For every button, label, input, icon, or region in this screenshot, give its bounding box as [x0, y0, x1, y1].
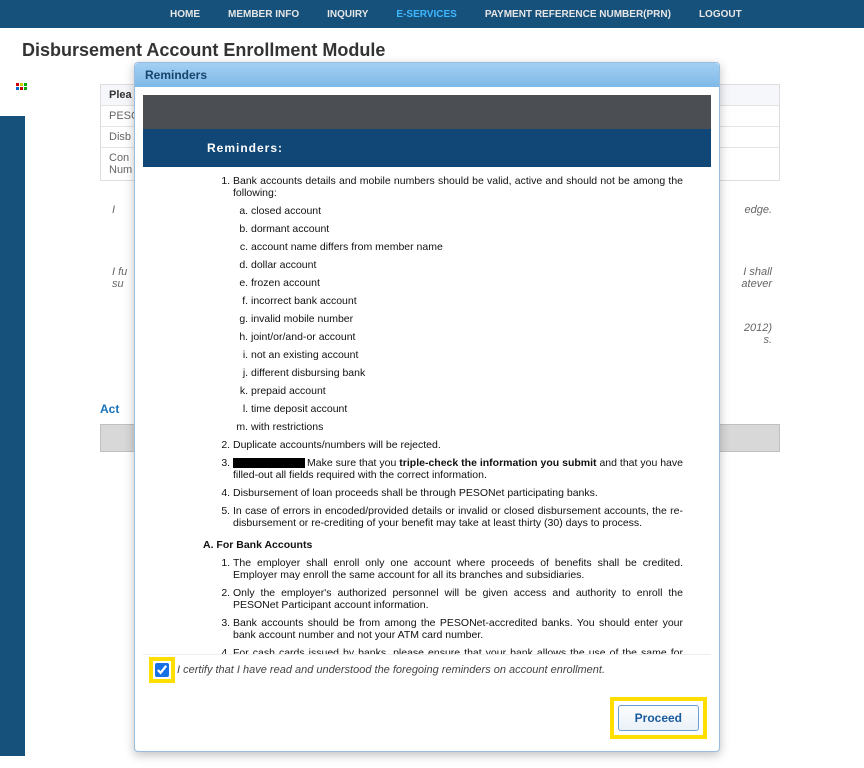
certify-row: I certify that I have read and understoo… [153, 661, 701, 679]
proceed-button[interactable]: Proceed [618, 705, 699, 731]
nav-home[interactable]: HOME [170, 9, 200, 20]
p2c: su [112, 278, 124, 290]
a-item-1: The employer shall enroll only one accou… [233, 557, 683, 581]
nav-eservices[interactable]: E-SERVICES [396, 9, 456, 20]
sub-h: joint/or/and-or account [251, 331, 683, 343]
p2d: atever [741, 278, 772, 290]
a-item-4: For cash cards issued by banks, please e… [233, 647, 683, 655]
sub-e: frozen account [251, 277, 683, 289]
sub-d: dollar account [251, 259, 683, 271]
sub-i: not an existing account [251, 349, 683, 361]
color-grid-icon [15, 82, 27, 90]
nav-member-info[interactable]: MEMBER INFO [228, 9, 299, 20]
sub-m: with restrictions [251, 421, 683, 433]
document-heading: Reminders: [207, 141, 283, 155]
para-tail: edge. [744, 204, 772, 216]
section-a-heading: A. For Bank Accounts [203, 539, 683, 551]
para-lead: I [112, 204, 115, 216]
sub-f: incorrect bank account [251, 295, 683, 307]
modal-footer: Proceed [135, 687, 719, 751]
p2a: I fu [112, 266, 127, 278]
document-scroll-area[interactable]: Reminders: Bank accounts details and mob… [143, 95, 711, 655]
reminder-item-1: Bank accounts details and mobile numbers… [233, 175, 683, 433]
reminder-item-5: In case of errors in encoded/provided de… [233, 505, 683, 529]
reminder-item-3: Make sure that you triple-check the info… [233, 457, 683, 481]
certify-text: I certify that I have read and understoo… [177, 664, 605, 676]
sub-a: closed account [251, 205, 683, 217]
nav-inquiry[interactable]: INQUIRY [327, 9, 368, 20]
modal-titlebar: Reminders [135, 63, 719, 87]
p2b: I shall [743, 266, 772, 278]
reminders-modal: Reminders Reminders: Bank accounts detai… [134, 62, 720, 752]
top-nav: HOME MEMBER INFO INQUIRY E-SERVICES PAYM… [0, 0, 864, 28]
checkbox-highlight [153, 661, 171, 679]
document-page: Reminders: Bank accounts details and mob… [143, 129, 711, 655]
nav-prn[interactable]: PAYMENT REFERENCE NUMBER(PRN) [485, 9, 671, 20]
actions-link[interactable]: Act [100, 402, 119, 416]
sub-l: time deposit account [251, 403, 683, 415]
blue-side-panel [0, 116, 25, 756]
document-header-band: Reminders: [143, 129, 711, 167]
certify-checkbox[interactable] [155, 663, 169, 677]
a-item-3: Bank accounts should be from among the P… [233, 617, 683, 641]
document-viewer: Reminders: Bank accounts details and mob… [143, 95, 711, 679]
sub-k: prepaid account [251, 385, 683, 397]
reminder-item-4: Disbursement of loan proceeds shall be t… [233, 487, 683, 499]
sub-g: invalid mobile number [251, 313, 683, 325]
nav-logout[interactable]: LOGOUT [699, 9, 742, 20]
sub-c: account name differs from member name [251, 241, 683, 253]
sub-b: dormant account [251, 223, 683, 235]
pdf-toolbar[interactable] [143, 95, 711, 129]
reminder-item-2: Duplicate accounts/numbers will be rejec… [233, 439, 683, 451]
proceed-highlight: Proceed [614, 701, 703, 735]
redact-block [233, 458, 305, 468]
sub-j: different disbursing bank [251, 367, 683, 379]
a-item-2: Only the employer's authorized personnel… [233, 587, 683, 611]
